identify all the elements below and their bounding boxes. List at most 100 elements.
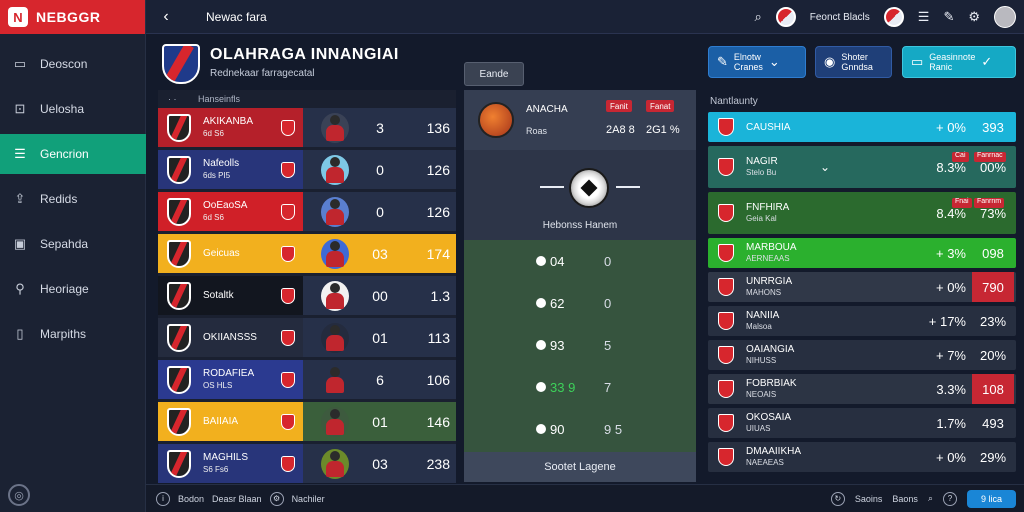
quick-button-2[interactable]: ◉ Shoter Gnndsa <box>815 46 892 78</box>
team-name: OKIIANSSS <box>203 331 257 343</box>
stat-value-b: 0 <box>604 253 612 269</box>
rating-value: 790 <box>972 272 1014 302</box>
table-header-label: Hanseinfls <box>198 94 241 104</box>
change-percent: 3.3% <box>936 381 966 397</box>
ranking-header: Nantlaunty <box>710 95 758 107</box>
ranking-row[interactable]: DMAAIIKHA NAEAEAS + 0% 29% <box>708 442 1016 472</box>
bottom-right-label-2[interactable]: Baons <box>892 494 918 504</box>
sidebar-item-gencrion[interactable]: ☰ Gencrion <box>0 134 146 174</box>
notification-icon[interactable]: ✎ <box>943 9 954 25</box>
table-body: AKIKANBA 6d S6 3 136 Nafeolls 6ds PI5 0 126 OoEa… <box>158 108 456 483</box>
ranking-row[interactable]: NAGIR Stelo Bu 8.3% 00% Cai Fanrnac ⌄ <box>708 146 1016 188</box>
team-stat-2: 136 <box>426 119 450 136</box>
bottom-left-label-2[interactable]: Deasr Blaan <box>212 494 262 504</box>
team-crest-icon <box>167 239 191 268</box>
search-icon[interactable]: ⌕ <box>928 493 933 504</box>
table-header: · · Hanseinfls <box>158 90 456 108</box>
center-button[interactable]: Eande <box>464 62 524 86</box>
chevron-down-icon[interactable]: ⌄ <box>820 160 830 174</box>
list-item[interactable]: 04 0 <box>464 240 696 282</box>
shield-icon <box>281 287 295 304</box>
table-row[interactable]: AKIKANBA 6d S6 3 136 <box>158 108 456 147</box>
shield-icon <box>281 455 295 472</box>
ranking-row[interactable]: FNFHIRA Geia Kal 8.4% 73% Fnai Fanrnm <box>708 192 1016 234</box>
list-item[interactable]: 33 9 7 <box>464 366 696 408</box>
quick-button-3-line2: Ranic <box>929 62 953 72</box>
document-icon: ▯ <box>16 326 24 341</box>
sidebar-item-sepahda[interactable]: ▣ Sepahda <box>0 224 146 264</box>
settings-icon[interactable]: ◎ <box>8 484 30 506</box>
list-item[interactable]: 90 9 5 <box>464 408 696 450</box>
score-value: 2G1 % <box>646 124 680 136</box>
club-crest-icon[interactable] <box>883 7 904 27</box>
ranking-row[interactable]: CAUSHIA + 0% 393 <box>708 112 1016 142</box>
sidebar-item-deoscon[interactable]: ▭ Deoscon <box>0 44 146 84</box>
ranking-row[interactable]: UNRRGIA MAHONS + 0% 790 <box>708 272 1016 302</box>
table-row[interactable]: Geicuas 03 174 <box>158 234 456 273</box>
bottom-left-label-1[interactable]: Bodon <box>178 494 204 504</box>
ranking-row[interactable]: OAIANGIA NIHUSS + 7% 20% <box>708 340 1016 370</box>
select-league-button[interactable]: Sootet Lagene <box>464 452 696 482</box>
shield-icon <box>281 329 295 346</box>
team-crest-icon <box>167 113 191 142</box>
ranking-row[interactable]: NANIIA Malsoa + 17% 23% <box>708 306 1016 336</box>
shield-icon <box>281 119 295 136</box>
sidebar-item-heoriage[interactable]: ⚲ Heoriage <box>0 269 146 309</box>
team-name: FNFHIRA Geia Kal <box>746 202 790 223</box>
primary-action-button[interactable]: 9 lica <box>966 489 1016 508</box>
table-row[interactable]: Sotaltk 00 1.3 <box>158 276 456 315</box>
table-header-dots: · · <box>168 94 177 104</box>
quick-button-1[interactable]: ✎ Elnotw Cranes ⌄ <box>708 46 806 78</box>
team-stat-1: 03 <box>372 455 388 472</box>
stat-value-b: 5 <box>604 337 612 353</box>
sidebar-item-uelosha[interactable]: ⊡ Uelosha <box>0 89 146 129</box>
ranking-row[interactable]: MARBOUA AERNEAAS + 3% 098 <box>708 238 1016 268</box>
table-row[interactable]: RODAFIEA OS HLS 6 106 <box>158 360 456 399</box>
sidebar-item-marpiths[interactable]: ▯ Marpiths <box>0 314 146 354</box>
dot-icon <box>536 340 546 350</box>
refresh-icon[interactable]: ↻ <box>830 491 845 506</box>
quick-button-3[interactable]: ▭ Geasinnote Ranic ✓ <box>902 46 1016 78</box>
help-icon[interactable]: ? <box>942 491 957 506</box>
topbar: ‹ Newac fara ⌕ Feonct Blacls ☰ ✎ ⚙ <box>146 0 1024 34</box>
page-title: Newac fara <box>206 9 267 24</box>
quick-button-1-line2: Cranes <box>733 62 763 72</box>
search-icon[interactable]: ⌕ <box>754 9 761 25</box>
team-name: OAIANGIA NIHUSS <box>746 344 795 365</box>
list-item[interactable]: 93 5 <box>464 324 696 366</box>
club-crest-icon[interactable] <box>775 7 796 27</box>
bottom-left-label-3[interactable]: Nachiler <box>292 494 325 504</box>
back-button[interactable]: ‹ <box>146 8 186 26</box>
tablet-icon: ▭ <box>911 54 924 69</box>
avatar[interactable] <box>994 6 1016 28</box>
info-icon[interactable]: i <box>156 491 170 506</box>
match-team-name: ANACHA <box>526 104 568 115</box>
sidebar-item-redids[interactable]: ⇪ Redids <box>0 179 146 219</box>
team-name: MARBOUA AERNEAAS <box>746 242 797 263</box>
ranking-list: Nantlaunty CAUSHIA + 0% 393 NAGIR Stelo Bu 8.… <box>708 90 1016 482</box>
user-label[interactable]: Feonct Blacls <box>810 12 870 23</box>
bottom-right-label-1[interactable]: Saoins <box>855 494 883 504</box>
status-badge: Fanit <box>606 100 632 112</box>
table-row[interactable]: OoEaoSA 6d S6 0 126 <box>158 192 456 231</box>
team-name: AKIKANBA 6d S6 <box>203 115 254 138</box>
divider <box>616 186 640 188</box>
match-summary[interactable]: ANACHA Roas Fanit Fanat 2A8 8 2G1 % <box>464 90 696 150</box>
settings-icon[interactable]: ⚙ <box>968 9 980 25</box>
table-row[interactable]: OKIIANSSS 01 113 <box>158 318 456 357</box>
dot-icon <box>536 382 546 392</box>
list-item[interactable]: 62 0 <box>464 282 696 324</box>
score-value: 2A8 8 <box>606 124 635 136</box>
table-row[interactable]: BAIIAIA 01 146 <box>158 402 456 441</box>
gear-icon[interactable]: ⚙ <box>269 491 284 506</box>
dot-icon <box>536 256 546 266</box>
match-stats: 04 0 62 0 93 5 33 9 7 90 9 5 <box>464 240 696 452</box>
table-row[interactable]: Nafeolls 6ds PI5 0 126 <box>158 150 456 189</box>
table-row[interactable]: MAGHILS S6 Fs6 03 238 <box>158 444 456 483</box>
ranking-row[interactable]: OKOSAIA UIUAS 1.7% 493 <box>708 408 1016 438</box>
status-badge: Cai <box>952 152 969 162</box>
ranking-row[interactable]: FOBRBIAK NEOAIS 3.3% 108 <box>708 374 1016 404</box>
menu-list-icon[interactable]: ☰ <box>918 9 930 25</box>
app-logo[interactable]: N NEBGGR <box>0 0 145 34</box>
dot-icon <box>536 298 546 308</box>
